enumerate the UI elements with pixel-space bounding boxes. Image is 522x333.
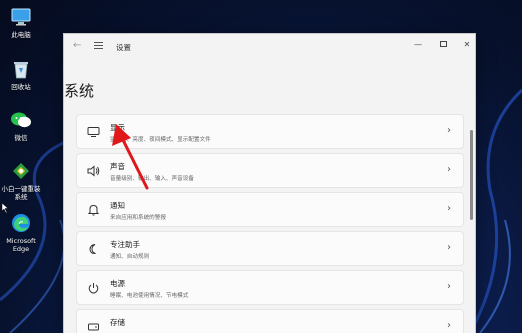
chevron-right-icon: › <box>447 164 451 175</box>
desktop-icon-label: 小白一键重装系统 <box>1 185 41 201</box>
chevron-right-icon: › <box>447 281 451 292</box>
item-title: 存储 <box>110 318 125 327</box>
close-button[interactable]: ✕ <box>457 39 475 51</box>
mouse-cursor-icon <box>2 203 9 213</box>
desktop-icon-this-pc[interactable]: 此电脑 <box>0 6 42 39</box>
maximize-icon <box>439 41 447 47</box>
item-title: 专注助手 <box>110 240 140 249</box>
desktop-icon-label: 微信 <box>14 134 28 142</box>
settings-window: ← 设置 — ✕ 系统 显示 监视器、亮度、夜间模式、显示配置文件 › 声音 音… <box>63 33 476 333</box>
page-title: 系统 <box>64 82 95 100</box>
item-title: 电源 <box>110 279 125 288</box>
storage-icon <box>88 323 99 331</box>
desktop-icon-label: 此电脑 <box>11 31 31 39</box>
bell-icon <box>87 204 100 216</box>
computer-icon <box>10 6 32 28</box>
chevron-right-icon: › <box>447 320 451 331</box>
back-arrow-icon[interactable]: ← <box>73 40 81 51</box>
item-subtitle: 通知、自动规则 <box>110 254 150 260</box>
item-title: 通知 <box>110 201 125 210</box>
settings-item-notifications[interactable]: 通知 来自应用和系统的警报 › <box>76 192 464 227</box>
power-icon <box>88 283 99 294</box>
chevron-right-icon: › <box>447 125 451 136</box>
moon-icon <box>89 244 96 255</box>
settings-item-focus-assist[interactable]: 专注助手 通知、自动规则 › <box>76 231 464 266</box>
hamburger-menu-icon[interactable] <box>94 42 103 50</box>
maximize-button[interactable] <box>433 39 453 51</box>
item-title: 显示 <box>110 123 125 132</box>
desktop-icon-edge[interactable]: Microsoft Edge <box>0 212 42 253</box>
item-subtitle: 睡眠、电池使用情况、节电模式 <box>110 293 189 299</box>
item-subtitle: 音量级别、输出、输入、声音设备 <box>110 176 194 182</box>
item-title: 声音 <box>110 162 125 171</box>
speaker-icon <box>87 165 100 177</box>
edge-icon <box>10 212 32 234</box>
desktop-icon-recycle-bin[interactable]: 回收站 <box>0 58 42 91</box>
window-title: 设置 <box>116 43 131 52</box>
settings-item-sound[interactable]: 声音 音量级别、输出、输入、声音设备 › <box>76 153 464 188</box>
chevron-right-icon: › <box>447 203 451 214</box>
desktop-icon-label: Microsoft Edge <box>6 237 36 253</box>
item-subtitle: 来自应用和系统的警报 <box>110 215 166 221</box>
settings-item-display[interactable]: 显示 监视器、亮度、夜间模式、显示配置文件 › <box>76 114 464 149</box>
desktop-icon-wechat[interactable]: 微信 <box>0 109 42 142</box>
settings-item-power[interactable]: 电源 睡眠、电池使用情况、节电模式 › <box>76 270 464 305</box>
item-subtitle: 监视器、亮度、夜间模式、显示配置文件 <box>110 137 211 143</box>
title-bar: ← 设置 — ✕ <box>64 34 475 60</box>
wechat-icon <box>10 109 32 131</box>
desktop-icon-label: 回收站 <box>11 83 31 91</box>
recycle-bin-icon <box>10 58 32 80</box>
monitor-icon <box>87 127 100 137</box>
reinstall-tool-icon <box>10 160 32 182</box>
scrollbar[interactable] <box>470 130 473 220</box>
minimize-button[interactable]: — <box>408 39 428 51</box>
desktop-icon-reinstall-tool[interactable]: 小白一键重装系统 <box>0 160 42 201</box>
settings-item-storage[interactable]: 存储 › <box>76 309 464 333</box>
chevron-right-icon: › <box>447 242 451 253</box>
